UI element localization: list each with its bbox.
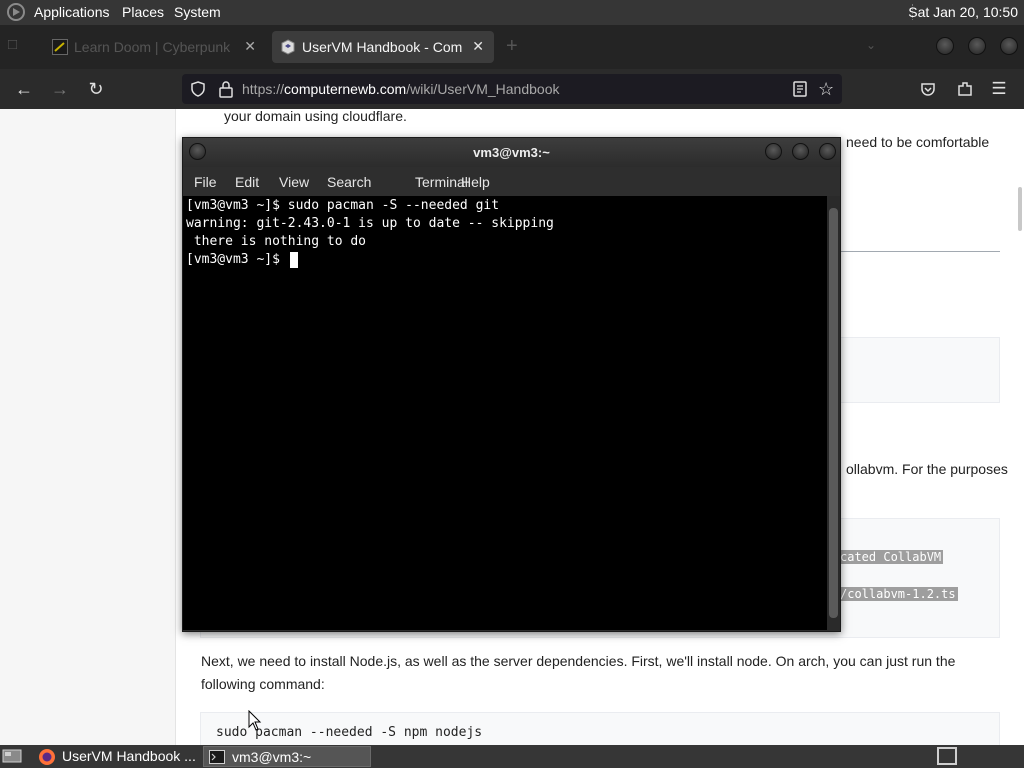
close-tab-icon[interactable]: ✕ bbox=[472, 38, 484, 55]
terminal-line: [vm3@vm3 ~]$ sudo pacman -S --needed git bbox=[186, 198, 500, 213]
url-host: computernewb.com bbox=[284, 81, 407, 97]
url-prefix: https:// bbox=[242, 81, 285, 97]
applications-menu[interactable]: Applications bbox=[34, 4, 110, 20]
page-text-collabvm: ollabvm. For the purposes bbox=[846, 461, 1008, 477]
minimize-window-button[interactable] bbox=[936, 37, 954, 55]
tab-title: UserVM Handbook - Compu bbox=[302, 39, 462, 55]
bookmark-star-icon[interactable]: ☆ bbox=[818, 79, 834, 100]
terminal-line: there is nothing to do bbox=[186, 234, 367, 249]
taskbar-item-label: vm3@vm3:~ bbox=[232, 749, 312, 765]
scrollbar-thumb[interactable] bbox=[829, 208, 838, 618]
clock[interactable]: Sat Jan 20, 10:50 bbox=[908, 4, 1018, 20]
system-menu[interactable]: System bbox=[174, 4, 221, 20]
forward-icon[interactable]: → bbox=[49, 78, 71, 100]
close-window-button[interactable] bbox=[1000, 37, 1018, 55]
terminal-titlebar[interactable]: vm3@vm3:~ bbox=[183, 138, 840, 167]
page-text-comfortable: need to be comfortable bbox=[846, 134, 990, 150]
terminal-title: vm3@vm3:~ bbox=[473, 145, 550, 160]
workspace-switcher-icon[interactable] bbox=[937, 747, 957, 765]
menu-terminal[interactable]: Terminal bbox=[415, 174, 468, 190]
page-paragraph-line: Next, we need to install Node.js, as wel… bbox=[201, 653, 956, 669]
show-desktop-icon[interactable] bbox=[2, 748, 22, 764]
code-highlight: cated CollabVM bbox=[838, 550, 944, 564]
text-cursor bbox=[290, 252, 298, 268]
terminal-menubar: File Edit View Search Terminal Help bbox=[183, 167, 840, 196]
extensions-icon[interactable] bbox=[956, 80, 974, 98]
menu-edit[interactable]: Edit bbox=[235, 174, 259, 190]
tab-title: Learn Doom | Cyberpunk bbox=[74, 39, 231, 55]
maximize-button[interactable] bbox=[792, 143, 809, 160]
section-divider bbox=[840, 251, 1000, 252]
terminal-window[interactable]: vm3@vm3:~ File Edit View Search Terminal… bbox=[182, 137, 841, 632]
page-text-domain: your domain using cloudflare. bbox=[224, 108, 407, 124]
reader-view-icon[interactable] bbox=[792, 81, 808, 97]
menu-help[interactable]: Help bbox=[461, 174, 490, 190]
hamburger-menu-icon[interactable]: ☰ bbox=[988, 78, 1010, 100]
back-icon[interactable]: ← bbox=[13, 78, 35, 100]
terminal-line: [vm3@vm3 ~]$ bbox=[186, 252, 288, 267]
close-button[interactable] bbox=[819, 143, 836, 160]
terminal-scrollbar[interactable] bbox=[827, 196, 840, 630]
top-panel: Applications Places System Sat Jan 20, 1… bbox=[0, 0, 1024, 25]
bottom-taskbar: UserVM Handbook ... vm3@vm3:~ bbox=[0, 745, 1024, 768]
shield-icon[interactable] bbox=[190, 81, 206, 97]
tab-favicon-icon bbox=[52, 39, 68, 55]
terminal-screen[interactable]: [vm3@vm3 ~]$ sudo pacman -S --needed git… bbox=[183, 196, 827, 630]
taskbar-item-terminal[interactable]: vm3@vm3:~ bbox=[203, 746, 371, 767]
browser-tab-bar: □ Learn Doom | Cyberpunk ✕ UserVM Handbo… bbox=[0, 25, 1024, 69]
code-highlight: /collabvm-1.2.ts bbox=[838, 587, 958, 601]
menu-search[interactable]: Search bbox=[327, 174, 371, 190]
menu-view[interactable]: View bbox=[279, 174, 309, 190]
menu-file[interactable]: File bbox=[194, 174, 217, 190]
mouse-pointer-icon bbox=[248, 710, 262, 731]
places-menu[interactable]: Places bbox=[122, 4, 164, 20]
pocket-icon[interactable] bbox=[920, 81, 936, 97]
distro-logo-icon[interactable] bbox=[6, 3, 26, 21]
lock-icon[interactable] bbox=[218, 80, 234, 98]
minimize-button[interactable] bbox=[765, 143, 782, 160]
tab-learn-doom[interactable]: Learn Doom | Cyberpunk ✕ bbox=[44, 31, 266, 63]
page-paragraph-line: following command: bbox=[201, 676, 325, 692]
page-sidebar bbox=[0, 109, 176, 745]
code-block bbox=[836, 337, 1000, 403]
tab-uservm-handbook[interactable]: UserVM Handbook - Compu ✕ bbox=[272, 31, 494, 63]
list-all-tabs-icon[interactable]: □ bbox=[8, 36, 28, 56]
reload-icon[interactable]: ↻ bbox=[85, 78, 107, 100]
url-bar[interactable]: https://computernewb.com/wiki/UserVM_Han… bbox=[182, 74, 842, 104]
browser-nav-bar: ← → ↻ https://computernewb.com/wiki/User… bbox=[0, 69, 1024, 109]
close-tab-icon[interactable]: ✕ bbox=[244, 38, 256, 55]
firefox-icon bbox=[39, 749, 55, 765]
new-tab-icon[interactable]: + bbox=[506, 35, 518, 58]
page-scrollbar[interactable] bbox=[1018, 187, 1022, 231]
url-path: /wiki/UserVM_Handbook bbox=[406, 81, 560, 97]
terminal-line: warning: git-2.43.0-1 is up to date -- s… bbox=[186, 216, 554, 231]
tab-favicon-icon bbox=[281, 39, 295, 55]
url-text[interactable]: https://computernewb.com/wiki/UserVM_Han… bbox=[242, 81, 560, 97]
taskbar-item-label: UserVM Handbook ... bbox=[62, 748, 196, 764]
maximize-window-button[interactable] bbox=[968, 37, 986, 55]
terminal-icon bbox=[209, 750, 225, 764]
chevron-down-icon[interactable]: ⌄ bbox=[866, 38, 876, 52]
taskbar-item-browser[interactable]: UserVM Handbook ... bbox=[34, 746, 198, 767]
